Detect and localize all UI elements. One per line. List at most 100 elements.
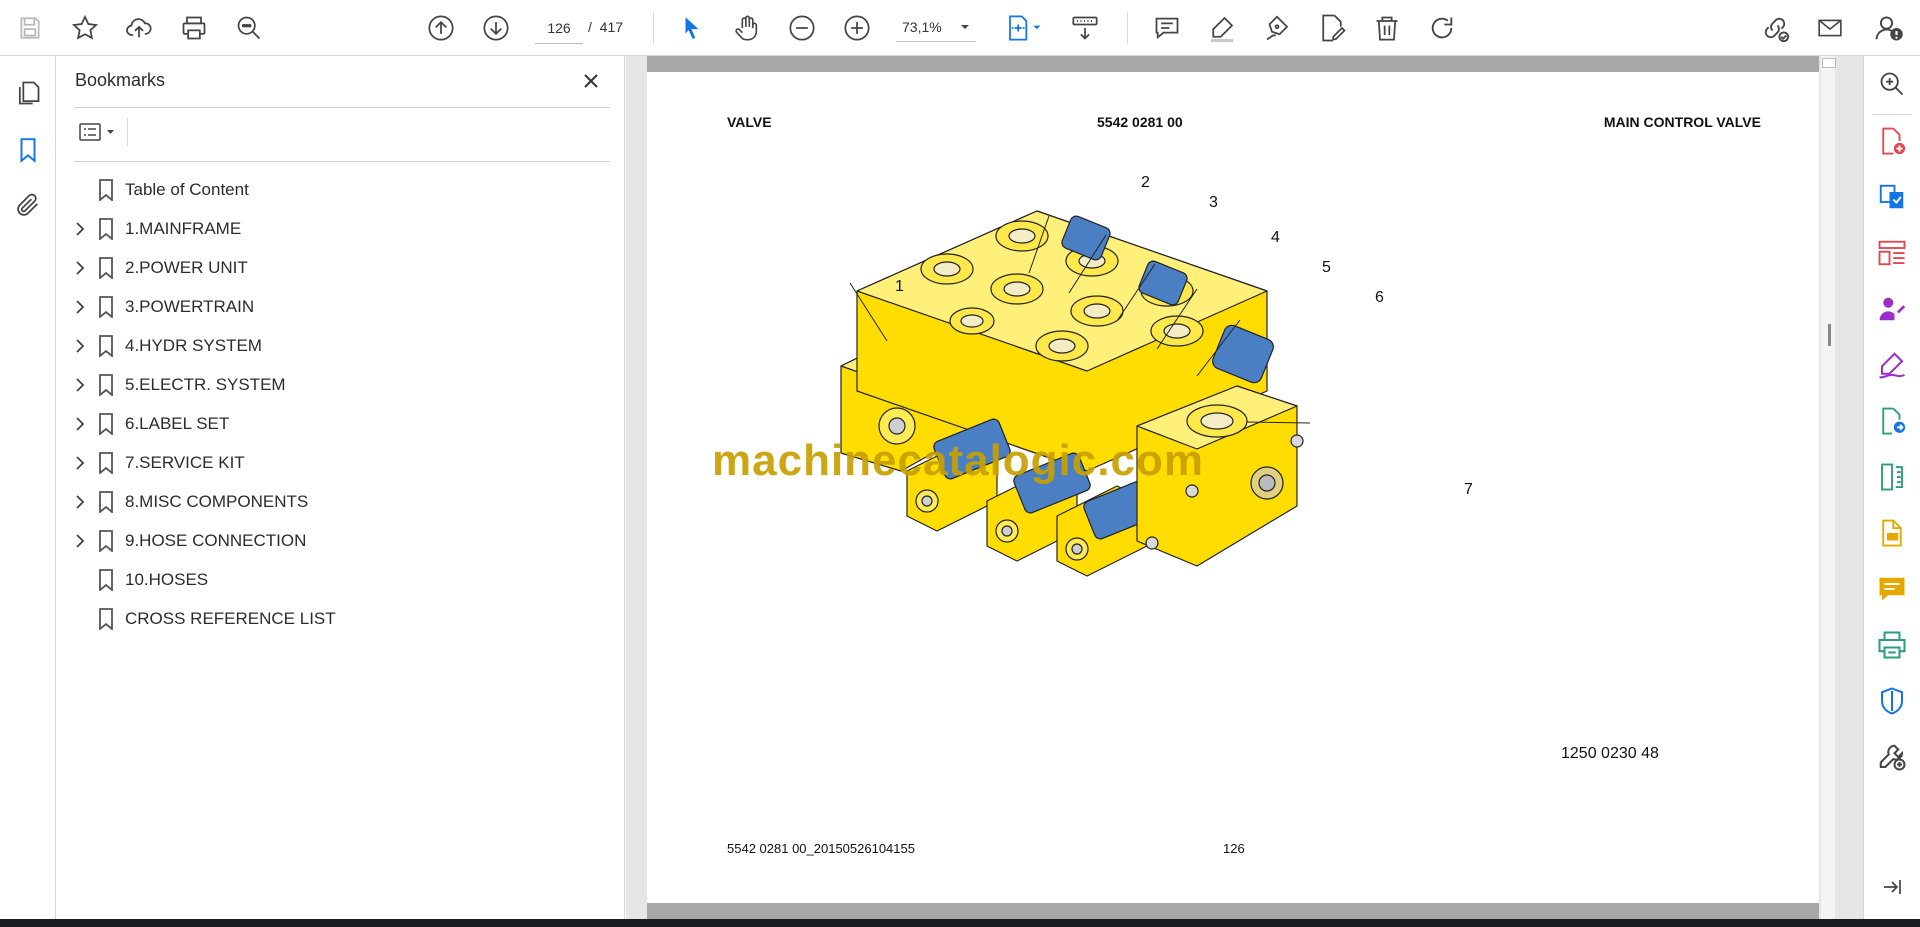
edit-pdf-icon[interactable] bbox=[1313, 9, 1351, 47]
search-zoom-icon[interactable] bbox=[230, 9, 268, 47]
bookmark-icon bbox=[97, 491, 115, 513]
create-pdf-icon[interactable] bbox=[1873, 122, 1911, 160]
chevron-right-icon[interactable] bbox=[72, 220, 88, 238]
chevron-right-icon[interactable] bbox=[72, 337, 88, 355]
upload-icon[interactable] bbox=[120, 9, 158, 47]
total-pages: 417 bbox=[599, 19, 624, 35]
bookmark-star-icon[interactable] bbox=[66, 9, 104, 47]
organize-pages-icon[interactable] bbox=[1873, 234, 1911, 272]
vertical-scrollbar[interactable] bbox=[1821, 56, 1835, 919]
callout-3: 3 bbox=[1209, 194, 1218, 211]
comment-icon[interactable] bbox=[1148, 9, 1186, 47]
bookmark-item[interactable]: 4.HYDR SYSTEM bbox=[70, 329, 610, 363]
close-icon[interactable] bbox=[576, 66, 606, 96]
bookmark-icon bbox=[97, 296, 115, 318]
footer-document-id: 5542 0281 00_20150526104155 bbox=[727, 841, 915, 856]
scrollbar-thumb[interactable] bbox=[1828, 324, 1831, 346]
chevron-right-icon[interactable] bbox=[72, 493, 88, 511]
select-cursor-icon[interactable] bbox=[673, 9, 711, 47]
rotate-icon[interactable] bbox=[1423, 9, 1461, 47]
bookmark-label: 8.MISC COMPONENTS bbox=[125, 492, 309, 511]
email-icon[interactable] bbox=[1811, 9, 1849, 47]
search-icon[interactable] bbox=[1873, 65, 1911, 103]
more-tools-icon[interactable] bbox=[1873, 738, 1911, 776]
os-taskbar-edge bbox=[0, 919, 1920, 927]
page-thumbnails-icon[interactable] bbox=[9, 74, 47, 112]
request-signature-icon[interactable] bbox=[1873, 290, 1911, 328]
bookmark-item[interactable]: 2.POWER UNIT bbox=[70, 251, 610, 285]
callout-4: 4 bbox=[1271, 229, 1280, 246]
bookmark-label: 9.HOSE CONNECTION bbox=[125, 531, 307, 550]
bookmark-icon bbox=[97, 179, 115, 201]
scan-ocr-icon[interactable] bbox=[1873, 514, 1911, 552]
bookmark-item[interactable]: 3.POWERTRAIN bbox=[70, 290, 610, 324]
zoom-select[interactable]: 73,1% bbox=[896, 12, 976, 42]
hand-tool-icon[interactable] bbox=[728, 9, 766, 47]
top-toolbar: / 417 73,1% bbox=[0, 0, 1920, 56]
bookmark-icon bbox=[97, 218, 115, 240]
bookmark-item[interactable]: 8.MISC COMPONENTS bbox=[70, 485, 610, 519]
callout-2: 2 bbox=[1141, 174, 1150, 191]
bookmark-icon bbox=[97, 374, 115, 396]
bookmark-label: 6.LABEL SET bbox=[125, 414, 230, 433]
chevron-right-icon[interactable] bbox=[72, 454, 88, 472]
compare-files-icon[interactable] bbox=[1873, 458, 1911, 496]
toolbar-divider bbox=[1127, 12, 1128, 44]
header-right: MAIN CONTROL VALVE bbox=[1603, 114, 1761, 130]
account-icon[interactable] bbox=[1870, 9, 1908, 47]
zoom-out-icon[interactable] bbox=[783, 9, 821, 47]
protect-icon[interactable] bbox=[1873, 682, 1911, 720]
highlight-icon[interactable] bbox=[1203, 9, 1241, 47]
bookmark-label: Table of Content bbox=[125, 180, 249, 199]
header-left: VALVE bbox=[727, 114, 772, 130]
bookmark-item[interactable]: 10.HOSES bbox=[70, 563, 610, 597]
fill-sign-icon[interactable] bbox=[1873, 346, 1911, 384]
collapse-tools-icon[interactable] bbox=[1873, 868, 1911, 906]
bookmark-icon bbox=[97, 452, 115, 474]
bookmark-item[interactable]: 1.MAINFRAME bbox=[70, 212, 610, 246]
fit-page-icon[interactable] bbox=[1000, 9, 1048, 47]
comment-tool-icon[interactable] bbox=[1873, 570, 1911, 608]
bookmarks-panel: Bookmarks Table of Content 1.MAINFRAME 2.P… bbox=[56, 56, 625, 919]
callout-5: 5 bbox=[1322, 259, 1331, 276]
share-link-icon[interactable] bbox=[1756, 9, 1794, 47]
chevron-right-icon[interactable] bbox=[72, 415, 88, 433]
print-production-icon[interactable] bbox=[1873, 626, 1911, 664]
draw-icon[interactable] bbox=[1258, 9, 1296, 47]
bookmark-item[interactable]: 7.SERVICE KIT bbox=[70, 446, 610, 480]
bookmark-label: 3.POWERTRAIN bbox=[125, 297, 255, 316]
next-page-icon[interactable] bbox=[477, 9, 515, 47]
send-for-review-icon[interactable] bbox=[1873, 402, 1911, 440]
print-icon[interactable] bbox=[175, 9, 213, 47]
delete-icon[interactable] bbox=[1368, 9, 1406, 47]
bookmarks-title: Bookmarks bbox=[75, 70, 166, 90]
bookmarks-icon[interactable] bbox=[9, 131, 47, 169]
chevron-right-icon[interactable] bbox=[72, 259, 88, 277]
bookmark-item[interactable]: 9.HOSE CONNECTION bbox=[70, 524, 610, 558]
zoom-in-icon[interactable] bbox=[838, 9, 876, 47]
page-bottom-border bbox=[647, 903, 1819, 919]
attachments-icon[interactable] bbox=[9, 186, 47, 224]
bookmark-item[interactable]: Table of Content bbox=[70, 173, 610, 207]
scrollbar-up-button[interactable] bbox=[1822, 58, 1836, 68]
page-number-input[interactable] bbox=[535, 13, 583, 44]
save-icon[interactable] bbox=[11, 9, 49, 47]
bookmark-item[interactable]: 5.ELECTR. SYSTEM bbox=[70, 368, 610, 402]
scroll-mode-icon[interactable] bbox=[1066, 9, 1104, 47]
bookmark-label: 10.HOSES bbox=[125, 570, 209, 589]
callout-6: 6 bbox=[1375, 289, 1384, 306]
page-top-border bbox=[647, 56, 1819, 72]
bookmark-label: 7.SERVICE KIT bbox=[125, 453, 245, 472]
bookmark-options-button[interactable] bbox=[74, 116, 120, 148]
chevron-right-icon[interactable] bbox=[72, 376, 88, 394]
export-pdf-icon[interactable] bbox=[1873, 178, 1911, 216]
chevron-right-icon[interactable] bbox=[72, 298, 88, 316]
chevron-right-icon[interactable] bbox=[72, 532, 88, 550]
bookmark-icon bbox=[97, 257, 115, 279]
bookmark-item[interactable]: 6.LABEL SET bbox=[70, 407, 610, 441]
bookmark-item[interactable]: CROSS REFERENCE LIST bbox=[70, 602, 610, 636]
right-tools-rail bbox=[1863, 56, 1920, 919]
previous-page-icon[interactable] bbox=[422, 9, 460, 47]
divider bbox=[127, 118, 128, 146]
bookmark-label: 2.POWER UNIT bbox=[125, 258, 248, 277]
